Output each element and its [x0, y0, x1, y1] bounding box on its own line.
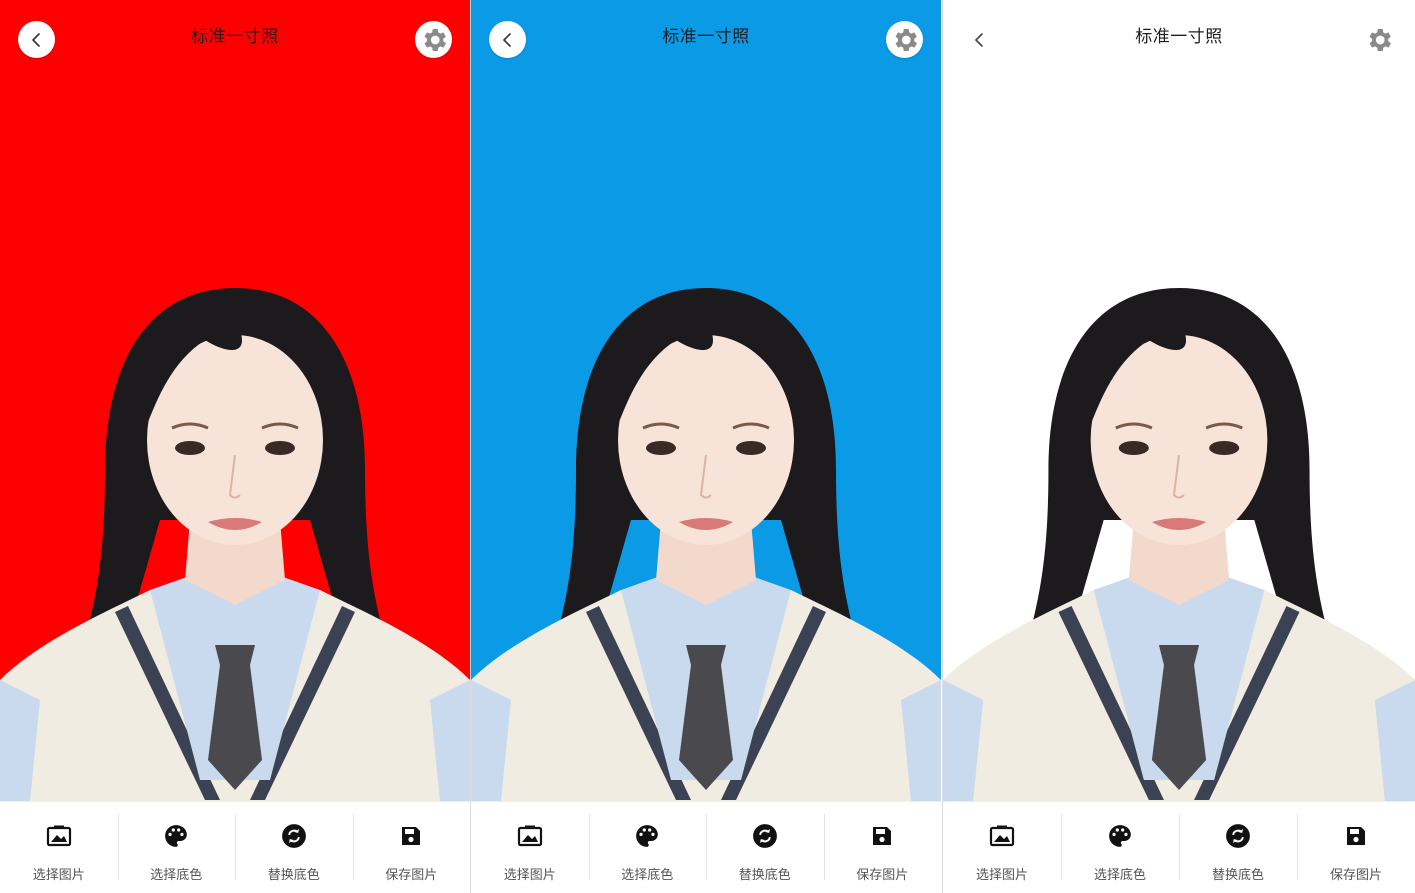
select-background-color-button[interactable]: 选择底色 — [588, 802, 707, 893]
phone-screen-white: 标准一寸照 选择图片 选择底色 替换底色 保存图片 — [943, 0, 1415, 893]
image-icon — [516, 822, 544, 850]
tool-label: 替换底色 — [1211, 868, 1264, 883]
settings-button[interactable] — [1360, 21, 1397, 58]
top-bar: 标准一寸照 — [943, 0, 1415, 78]
portrait-image — [0, 0, 470, 801]
tool-label: 选择底色 — [150, 868, 203, 883]
save-image-button[interactable]: 保存图片 — [1297, 802, 1415, 893]
tool-label: 保存图片 — [1329, 868, 1382, 883]
gear-icon — [895, 28, 917, 51]
refresh-icon — [280, 822, 308, 850]
palette-icon — [162, 822, 190, 850]
select-image-button[interactable]: 选择图片 — [0, 802, 118, 893]
settings-button[interactable] — [886, 21, 923, 58]
id-photo — [943, 0, 1415, 801]
image-icon — [988, 822, 1016, 850]
save-image-button[interactable]: 保存图片 — [352, 802, 471, 893]
portrait-image — [471, 0, 941, 801]
id-photo — [0, 0, 470, 801]
settings-button[interactable] — [415, 21, 452, 58]
select-image-button[interactable]: 选择图片 — [471, 802, 589, 893]
select-background-color-button[interactable]: 选择底色 — [117, 802, 236, 893]
palette-icon — [1106, 822, 1134, 850]
tool-label: 保存图片 — [856, 868, 909, 883]
tool-label: 选择底色 — [621, 868, 674, 883]
tool-label: 选择图片 — [503, 868, 556, 883]
id-photo — [471, 0, 941, 801]
portrait-image — [943, 0, 1415, 801]
page-title: 标准一寸照 — [191, 27, 279, 47]
top-bar: 标准一寸照 — [0, 0, 470, 78]
tool-label: 替换底色 — [738, 868, 791, 883]
refresh-icon — [1224, 822, 1252, 850]
tool-label: 选择底色 — [1093, 868, 1146, 883]
select-background-color-button[interactable]: 选择底色 — [1061, 802, 1179, 893]
page-title: 标准一寸照 — [662, 27, 750, 47]
gear-icon — [424, 28, 446, 51]
save-icon — [397, 822, 425, 850]
gear-icon — [1369, 28, 1391, 51]
bottom-toolbar: 选择图片 选择底色 替换底色 保存图片 — [0, 801, 470, 893]
phone-screen-blue: 标准一寸照 选择图片 选择底色 替换底色 保存图片 — [471, 0, 941, 893]
replace-background-color-button[interactable]: 替换底色 — [1179, 802, 1297, 893]
phone-screen-red: 标准一寸照 选择图片 选择底色 替换底色 保存图片 — [0, 0, 470, 893]
save-image-button[interactable]: 保存图片 — [823, 802, 942, 893]
tool-label: 选择图片 — [975, 868, 1028, 883]
refresh-icon — [751, 822, 779, 850]
replace-background-color-button[interactable]: 替换底色 — [235, 802, 353, 893]
tool-label: 替换底色 — [267, 868, 320, 883]
bottom-toolbar: 选择图片 选择底色 替换底色 保存图片 — [943, 801, 1415, 893]
save-icon — [1342, 822, 1370, 850]
image-icon — [45, 822, 73, 850]
save-icon — [868, 822, 896, 850]
select-image-button[interactable]: 选择图片 — [943, 802, 1061, 893]
bottom-toolbar: 选择图片 选择底色 替换底色 保存图片 — [471, 801, 941, 893]
tool-label: 保存图片 — [385, 868, 438, 883]
tool-label: 选择图片 — [32, 868, 85, 883]
replace-background-color-button[interactable]: 替换底色 — [706, 802, 824, 893]
top-bar: 标准一寸照 — [471, 0, 941, 78]
palette-icon — [633, 822, 661, 850]
page-title: 标准一寸照 — [1135, 27, 1223, 47]
